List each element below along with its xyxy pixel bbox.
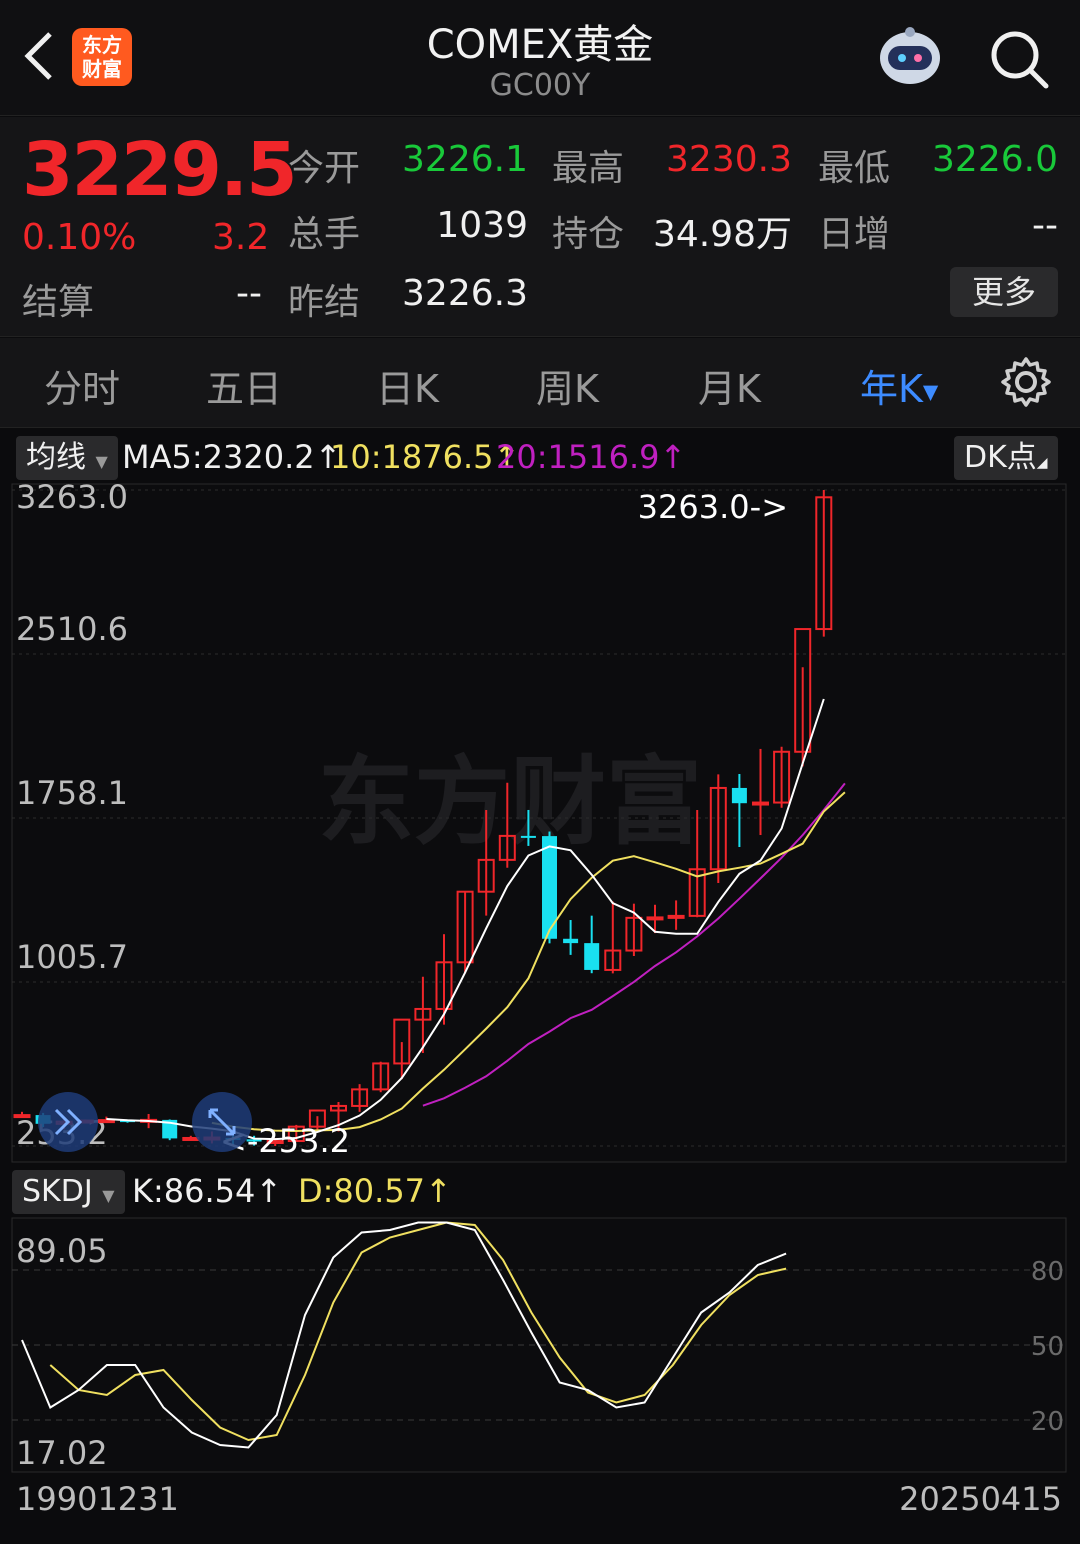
change-percent: 0.10% — [22, 217, 137, 258]
up-arrow-icon: ↑ — [255, 1172, 283, 1210]
robot-assistant-icon[interactable] — [872, 22, 948, 92]
caret-down-icon: ▼ — [922, 379, 939, 404]
candle-body — [13, 1114, 31, 1119]
low-label: 最低 — [818, 148, 891, 189]
candle-body — [646, 916, 664, 921]
low-value: 3226.0 — [932, 139, 1058, 180]
skdj-d-value: D:80.57↑ — [298, 1172, 452, 1210]
skdj-d-text: D:80.57 — [298, 1172, 426, 1210]
skdj-min-label: 17.02 — [16, 1434, 108, 1472]
tab-daily-k[interactable]: 日K — [376, 358, 439, 413]
caret-down-icon: ▼ — [102, 1186, 115, 1205]
skdj-k-value: K:86.54↑ — [132, 1172, 282, 1210]
dk-point-button[interactable]: DK点◢ — [954, 436, 1058, 480]
open-interest-label: 持仓 — [552, 214, 625, 255]
ma10-value: 10:1876.5↑ — [330, 438, 520, 476]
skdj-axis-tick: 50 — [1031, 1332, 1064, 1362]
top-bar: 东方 财富 COMEX黄金 GC00Y — [0, 0, 1080, 116]
candle-body — [520, 835, 536, 838]
tab-weekly-k[interactable]: 周K — [536, 358, 599, 413]
skdj-k-text: K:86.54 — [132, 1172, 256, 1210]
prev-settle-value: 3226.3 — [402, 273, 528, 314]
ma-indicator-row: 均线 ▼ MA5:2320.2↑ 10:1876.5↑ 20:1516.9↑ D… — [0, 430, 1080, 484]
open-label: 今开 — [288, 148, 361, 189]
settle-value: -- — [236, 273, 262, 314]
kline-chart[interactable]: 东方财富3263.02510.61758.11005.7253.23263.0-… — [0, 430, 1080, 1544]
skdj-indicator-row: SKDJ ▼ K:86.54↑ D:80.57↑ — [0, 1166, 1080, 1220]
open-value: 3226.1 — [402, 139, 528, 180]
price-axis-label: 2510.6 — [16, 610, 128, 648]
tab-five-day[interactable]: 五日 — [206, 358, 282, 413]
corner-triangle-icon: ◢ — [1036, 455, 1048, 471]
open-interest-value: 34.98万 — [652, 214, 792, 255]
candle-body — [584, 943, 600, 970]
skdj-selector-label: SKDJ — [22, 1174, 93, 1209]
volume-value: 1039 — [436, 205, 528, 246]
candle-body — [752, 801, 769, 806]
ma-selector-label: 均线 — [26, 440, 86, 475]
candle-body — [182, 1136, 200, 1141]
date-start-label: 19901231 — [16, 1480, 179, 1518]
candle-body — [563, 938, 579, 944]
watermark-text: 东方财富 — [318, 746, 702, 858]
high-label: 最高 — [552, 148, 625, 189]
ma10-text: 10:1876.5 — [330, 438, 494, 476]
more-button[interactable]: 更多 — [950, 267, 1058, 317]
tab-monthly-k[interactable]: 月K — [698, 358, 761, 413]
ma5-text: MA5:2320.2 — [122, 438, 315, 476]
high-value: 3230.3 — [666, 139, 792, 180]
skdj-axis-tick: 80 — [1031, 1257, 1064, 1287]
caret-down-icon: ▼ — [95, 452, 108, 471]
daily-increase-label: 日增 — [818, 214, 891, 255]
last-price: 3229.5 — [22, 127, 298, 213]
price-axis-label: 1758.1 — [16, 774, 128, 812]
settings-gear-icon[interactable] — [1000, 356, 1052, 408]
skdj-max-label: 89.05 — [16, 1232, 108, 1270]
candle-body — [97, 1119, 115, 1124]
ma20-value: 20:1516.9↑ — [496, 438, 686, 476]
ma5-value: MA5:2320.2↑ — [122, 438, 341, 476]
tab-yearly-k-label: 年K — [860, 367, 923, 411]
skdj-selector[interactable]: SKDJ ▼ — [12, 1170, 125, 1214]
price-axis-label: 1005.7 — [16, 938, 128, 976]
ma-selector[interactable]: 均线 ▼ — [16, 436, 118, 480]
skdj-axis-tick: 20 — [1031, 1407, 1064, 1437]
max-price-marker: 3263.0-> — [638, 488, 788, 526]
period-tabs: 分时 五日 日K 周K 月K 年K▼ — [0, 338, 1080, 428]
ma20-text: 20:1516.9 — [496, 438, 660, 476]
tab-yearly-k[interactable]: 年K▼ — [860, 358, 938, 413]
change-amount: 3.2 — [212, 217, 270, 258]
daily-increase-value: -- — [1032, 205, 1058, 246]
prev-settle-label: 昨结 — [288, 282, 361, 323]
dk-point-label: DK点 — [964, 440, 1037, 475]
up-arrow-icon: ↑ — [425, 1172, 452, 1210]
candle-body — [731, 787, 747, 804]
quote-panel: 3229.5 0.10% 3.2 结算 -- 今开 3226.1 最高 3230… — [0, 117, 1080, 337]
volume-label: 总手 — [288, 214, 361, 255]
search-icon[interactable] — [986, 26, 1052, 92]
settle-label: 结算 — [22, 282, 95, 323]
candle-body — [667, 914, 685, 919]
up-arrow-icon: ↑ — [659, 438, 687, 476]
date-end-label: 20250415 — [899, 1480, 1062, 1518]
tab-intraday[interactable]: 分时 — [44, 358, 120, 413]
